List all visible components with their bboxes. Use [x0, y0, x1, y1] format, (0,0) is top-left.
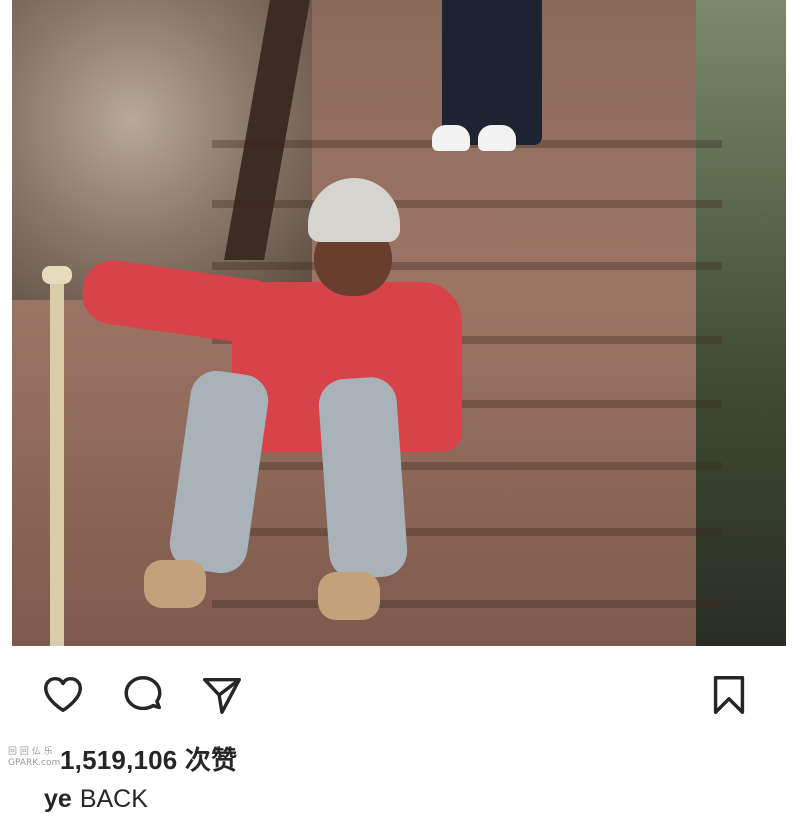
caption-username[interactable]: ye — [44, 785, 72, 814]
post-photo[interactable] — [12, 0, 786, 646]
watermark-line: 回 回 仏 乐 — [8, 747, 53, 757]
likes-row: 回 回 仏 乐 GPARK.com 1,519,106 次赞 — [8, 738, 237, 778]
share-button[interactable] — [197, 670, 247, 720]
photo-stair — [212, 262, 722, 270]
comment-button[interactable] — [118, 670, 168, 720]
like-button[interactable] — [38, 670, 88, 720]
likes-count[interactable]: 1,519,106 次赞 — [60, 740, 237, 777]
photo-foliage — [696, 0, 786, 646]
photo-boy-cap — [308, 178, 400, 242]
watermark-line: GPARK.com — [8, 758, 61, 768]
photo-stair — [212, 462, 722, 470]
paper-plane-icon — [203, 677, 241, 714]
photo-stair — [212, 528, 722, 536]
photo-stair — [212, 200, 722, 208]
photo-boy-shoe — [318, 572, 380, 620]
photo-walking-stick-top — [42, 266, 72, 284]
caption: ye BACK — [44, 782, 148, 816]
caption-text: BACK — [79, 784, 148, 813]
post-action-bar — [0, 660, 800, 724]
comment-icon — [124, 676, 162, 711]
photo-boy-shoe — [144, 560, 206, 608]
watermark: 回 回 仏 乐 GPARK.com — [8, 747, 68, 769]
photo-walker-shoe — [478, 125, 516, 151]
heart-icon — [44, 676, 82, 713]
photo-walking-stick — [50, 270, 64, 646]
photo-boy-leg — [317, 375, 409, 581]
save-button[interactable] — [704, 670, 754, 720]
photo-walker-shoe — [432, 125, 470, 151]
photo-boy-leg — [166, 367, 272, 577]
photo-walker — [442, 0, 542, 145]
photo-stair — [212, 600, 722, 608]
bookmark-icon — [713, 676, 745, 714]
